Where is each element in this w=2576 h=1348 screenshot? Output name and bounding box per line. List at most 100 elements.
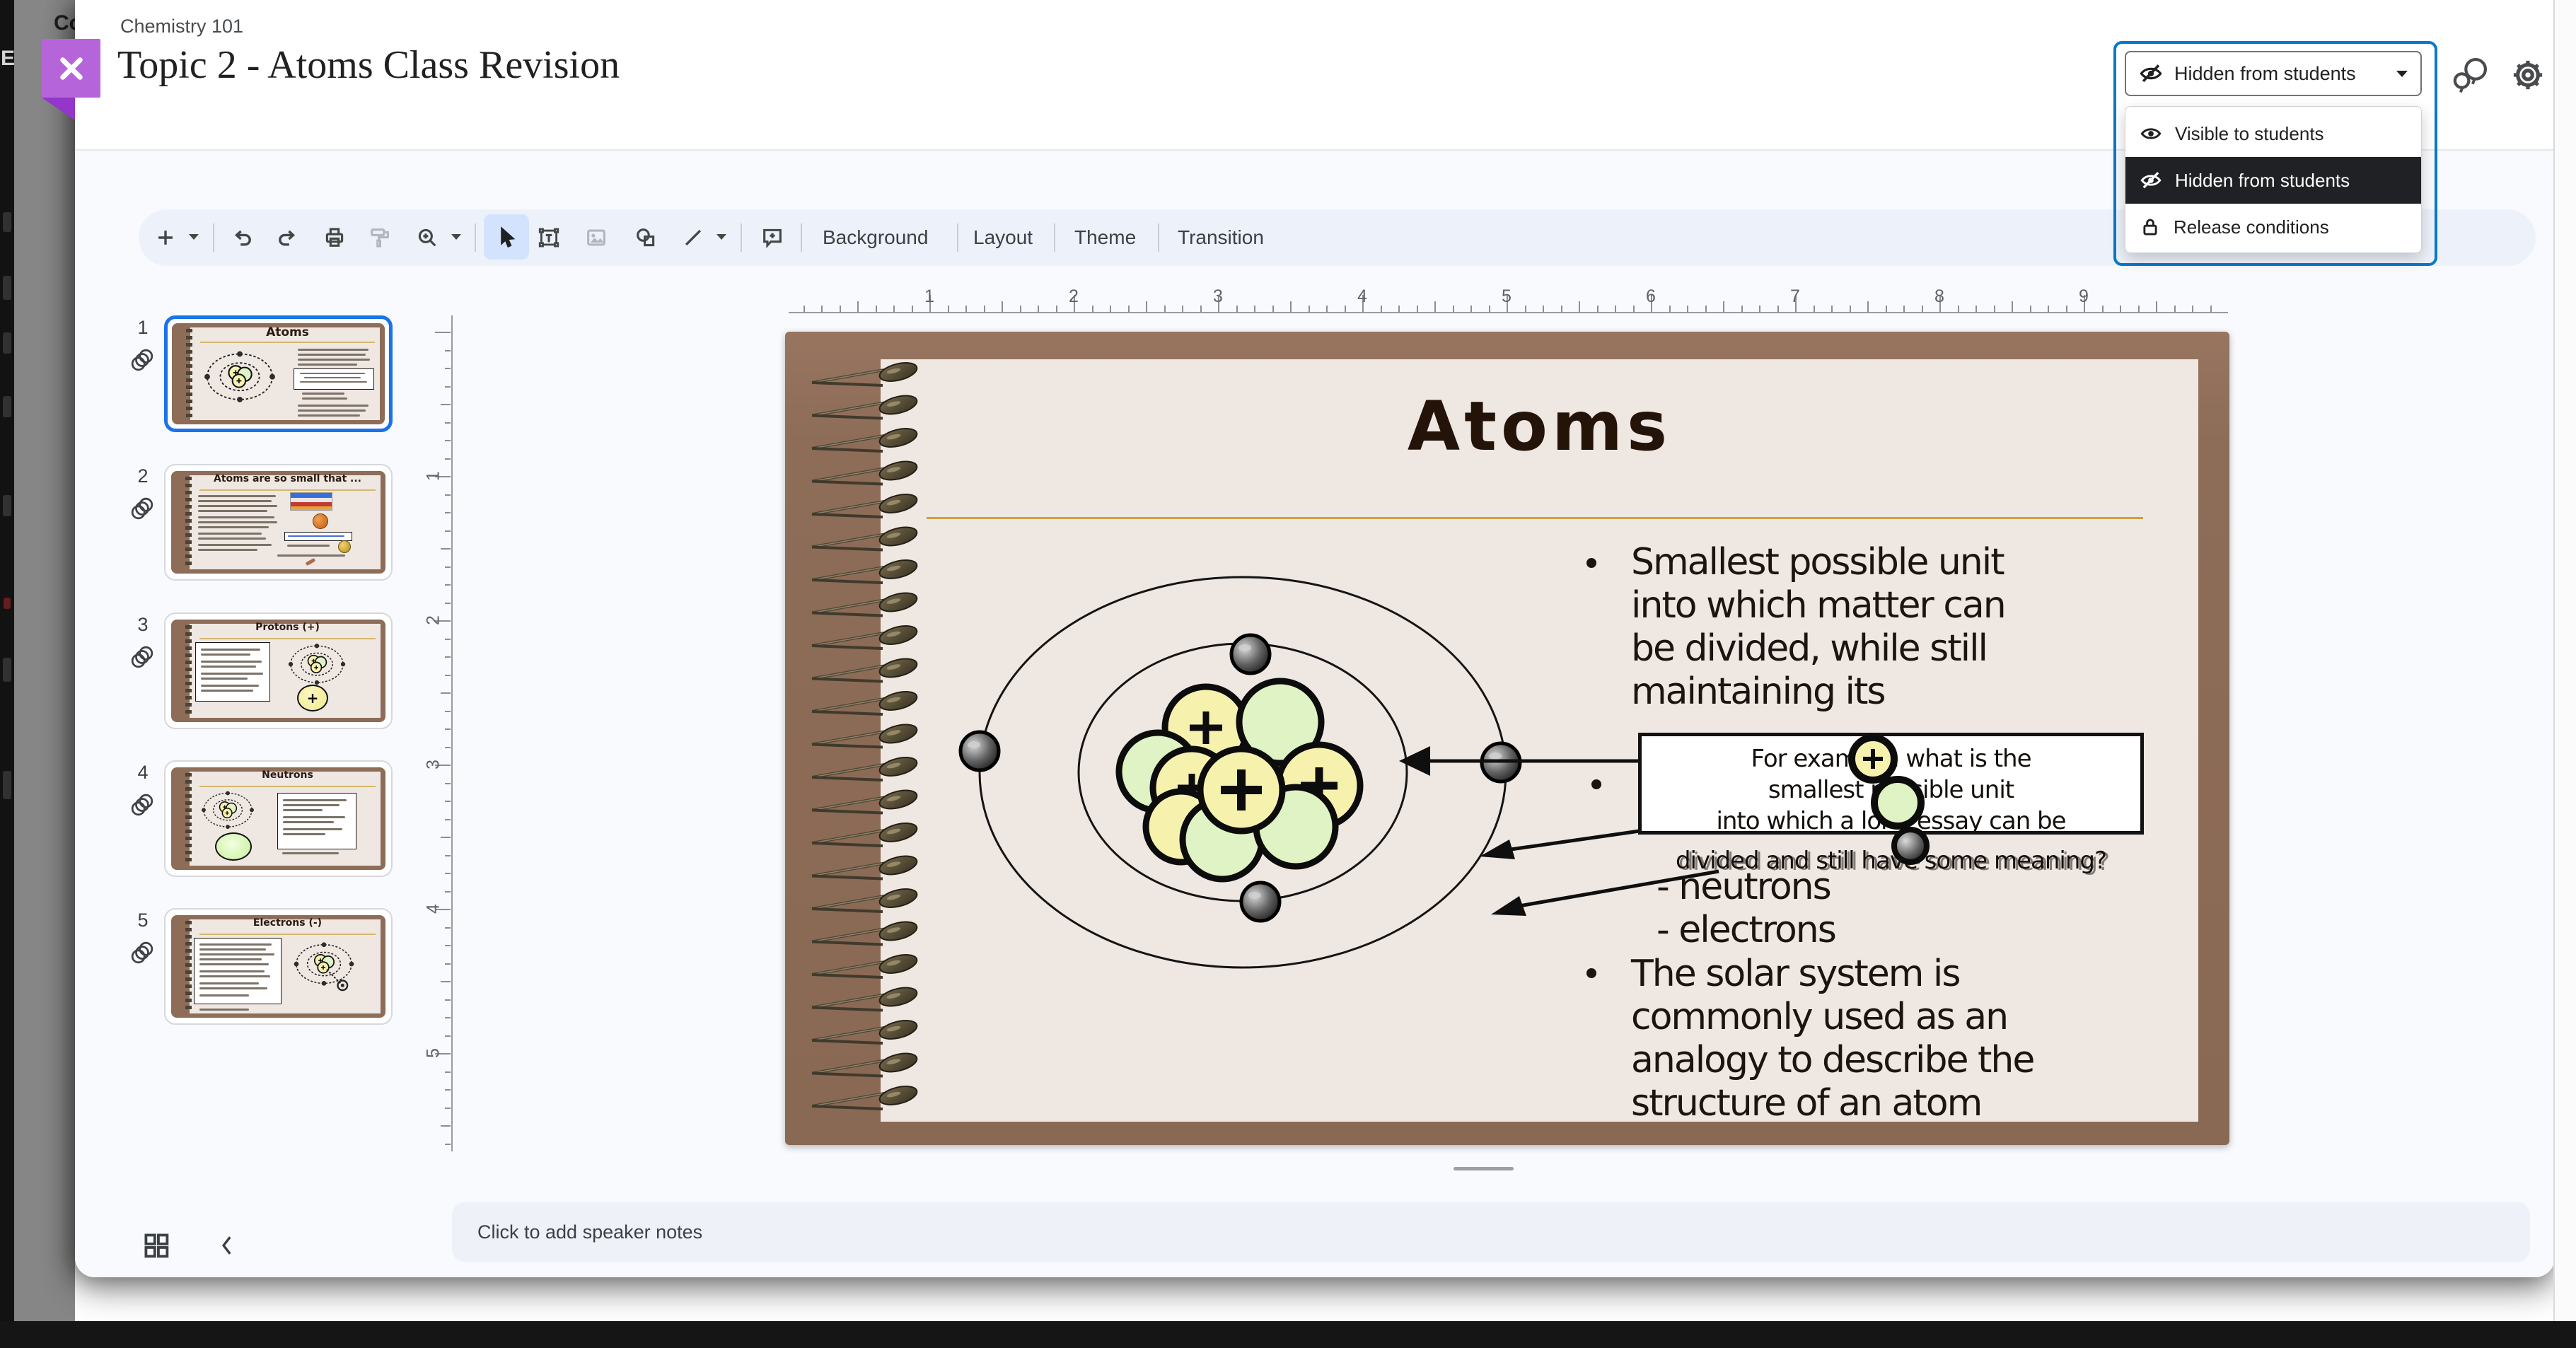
ruler-tick [1416, 306, 1418, 312]
transition-indicator-icon[interactable] [130, 348, 154, 372]
transition-indicator-icon[interactable] [130, 645, 154, 669]
paint-format-button[interactable] [368, 226, 392, 250]
ruler-tick [1434, 301, 1436, 312]
new-slide-caret[interactable] [189, 234, 199, 240]
slide-bullet-text[interactable]: Smallest possible unit into which matter… [1631, 541, 2007, 714]
ruler-tick [1038, 306, 1039, 312]
ruler-tick [1543, 306, 1544, 312]
ruler-tick [1777, 306, 1779, 312]
ruler-tick [1019, 306, 1021, 312]
ruler-tick [857, 301, 859, 312]
transition-indicator-icon[interactable] [130, 793, 154, 817]
eye-icon [2140, 128, 2162, 139]
toolbar-separator [957, 223, 958, 252]
menu-item-hidden-from-students[interactable]: Hidden from students [2125, 157, 2421, 204]
balloons-button[interactable] [2449, 54, 2491, 96]
background-button[interactable]: Background [823, 209, 928, 266]
text-box-tool[interactable] [537, 226, 561, 250]
lock-icon [2143, 219, 2157, 236]
ruler-number: 3 [423, 760, 443, 769]
ruler-tick [1579, 301, 1580, 312]
insert-line-tool[interactable] [681, 226, 705, 250]
close-button[interactable] [42, 39, 100, 98]
ruler-tick [1470, 306, 1472, 312]
ruler-tick [441, 837, 451, 838]
ruler-tick [441, 548, 451, 550]
collapse-filmstrip-button[interactable] [216, 1233, 236, 1257]
ruler-tick [1921, 306, 1923, 312]
app-root: E Co Chemistry 101 Topic 2 - Atoms Class… [0, 0, 2576, 1348]
slide-number: 1 [137, 317, 149, 338]
bullet-dot [1591, 779, 1601, 789]
settings-button[interactable] [2505, 52, 2551, 98]
slide-canvas[interactable]: Atoms Smallest possible unit into which … [785, 332, 2229, 1145]
transition-indicator-icon[interactable] [130, 496, 154, 521]
ruler-tick [2210, 306, 2212, 312]
ruler-tick [445, 999, 451, 1001]
insert-comment-tool[interactable] [760, 226, 784, 250]
browser-scrollbar[interactable] [2553, 0, 2576, 1348]
ruler-tick [445, 728, 451, 730]
slide-thumbnail-card[interactable]: Electrons (-) [164, 908, 393, 1025]
redo-button[interactable] [275, 226, 299, 250]
insert-image-tool[interactable] [584, 226, 608, 250]
zoom-caret[interactable] [451, 234, 461, 240]
menu-item-release-conditions[interactable]: Release conditions [2125, 204, 2421, 250]
line-tool-caret[interactable] [716, 234, 726, 240]
speaker-notes-input[interactable]: Click to add speaker notes [452, 1202, 2530, 1262]
ruler-tick [445, 440, 451, 441]
ruler-tick [983, 306, 985, 312]
slide-bullet-text[interactable]: The solar system is commonly used as an … [1631, 953, 2035, 1125]
ruler-tick [1831, 306, 1833, 312]
ruler-tick [445, 1107, 451, 1109]
slide-thumbnail-3: 3 Protons (+) + [131, 612, 393, 729]
ruler-tick [875, 306, 877, 312]
thumbnail-slide-title: Electrons (-) [253, 917, 323, 929]
balloons-icon [2453, 57, 2488, 93]
slide-thumbnail-5: 5 Electrons (-) [131, 908, 393, 1025]
ruler-tick [445, 656, 451, 658]
callout-box[interactable]: For example, what is the smallest possib… [1638, 733, 2144, 835]
layout-button[interactable]: Layout [973, 209, 1033, 266]
new-slide-button[interactable] [153, 226, 178, 250]
slide-thumbnail-card[interactable]: Atoms [164, 315, 393, 432]
ruler-tick [445, 638, 451, 640]
horizontal-ruler [789, 312, 2228, 313]
slide-thumbnail-card[interactable]: Protons (+) + [164, 612, 393, 729]
slide-thumbnail-1: 1 Atoms [131, 315, 393, 432]
transition-button[interactable]: Transition [1178, 209, 1264, 266]
ruler-tick [965, 306, 967, 312]
toolbar-separator [1158, 223, 1159, 252]
ruler-tick [893, 306, 895, 312]
insert-shape-tool[interactable] [634, 226, 658, 250]
mini-atom-diagram [287, 938, 361, 993]
ruler-tick [445, 512, 451, 513]
ruler-tick [1903, 306, 1905, 312]
theme-button[interactable]: Theme [1074, 209, 1136, 266]
slide-thumbnail-card[interactable]: Neutrons [164, 760, 393, 877]
transition-indicator-icon[interactable] [130, 941, 154, 965]
ruler-tick [1308, 306, 1310, 312]
slide-scroll-handle[interactable] [1454, 1167, 1514, 1170]
slide-thumbnail-card[interactable]: Atoms are so small that ... [164, 464, 393, 581]
ruler-tick [445, 385, 451, 388]
ruler-number: 5 [1502, 286, 1512, 306]
print-button[interactable] [323, 226, 347, 250]
ruler-tick [445, 963, 451, 965]
select-cursor-tool[interactable] [494, 226, 518, 250]
ruler-tick [1326, 306, 1328, 312]
slide-number: 4 [137, 762, 149, 783]
zoom-button[interactable] [415, 226, 439, 250]
ruler-number: 6 [1646, 286, 1656, 306]
gear-icon [2513, 60, 2543, 90]
menu-item-visible-to-students[interactable]: Visible to students [2125, 110, 2421, 157]
chevron-down-icon [2396, 70, 2408, 77]
visibility-dropdown-button[interactable]: Hidden from students [2125, 51, 2422, 96]
grid-view-button[interactable] [143, 1232, 170, 1259]
ruler-tick [445, 584, 451, 586]
slide-title[interactable]: Atoms [881, 387, 2198, 466]
undo-button[interactable] [231, 226, 255, 250]
ruler-number: 1 [924, 286, 934, 306]
toolbar-separator [1054, 223, 1055, 252]
slide-sub-bullets[interactable]: - neutrons - electrons [1657, 866, 1837, 952]
